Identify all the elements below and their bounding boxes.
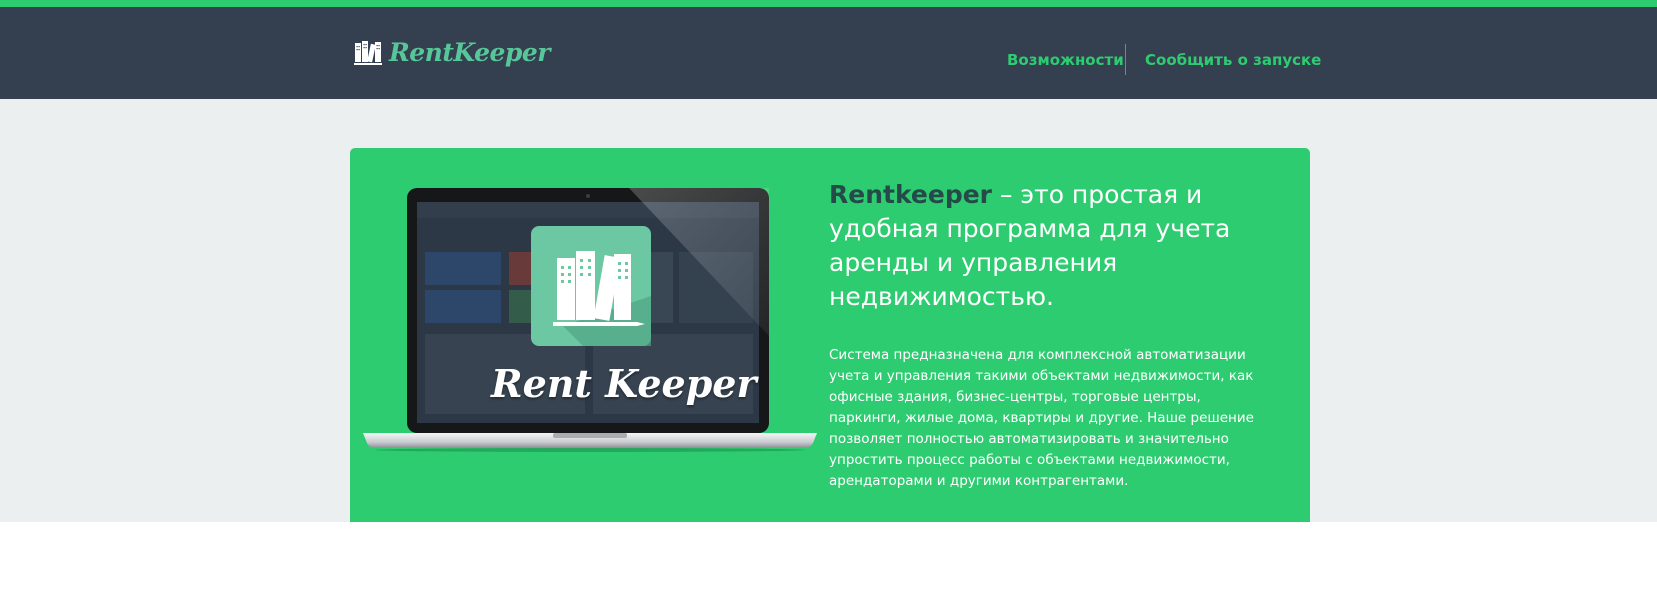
top-accent-stripe: [0, 0, 1657, 7]
headline-brand: Rentkeeper: [829, 180, 993, 209]
hero-headline: Rentkeeper – это простая и удобная прогр…: [829, 178, 1259, 314]
laptop-logo-text: Rent Keeper: [491, 361, 757, 406]
hero-description: Система предназначена для комплексной ав…: [829, 347, 1254, 489]
site-logo[interactable]: RentKeeper: [354, 38, 550, 67]
nav-link-features[interactable]: Возможности: [1007, 51, 1124, 69]
hero-card: Rent Keeper Rentkeeper – это простая и у…: [350, 148, 1310, 522]
nav-link-notify-launch[interactable]: Сообщить о запуске: [1145, 51, 1321, 69]
logo-text: RentKeeper: [389, 38, 550, 67]
buildings-book-icon: [354, 40, 382, 65]
site-header: RentKeeper Возможности Сообщить о запуск…: [0, 7, 1657, 99]
nav-divider: [1125, 44, 1126, 75]
laptop-image: [363, 188, 817, 452]
laptop-illustration: Rent Keeper: [363, 186, 817, 452]
